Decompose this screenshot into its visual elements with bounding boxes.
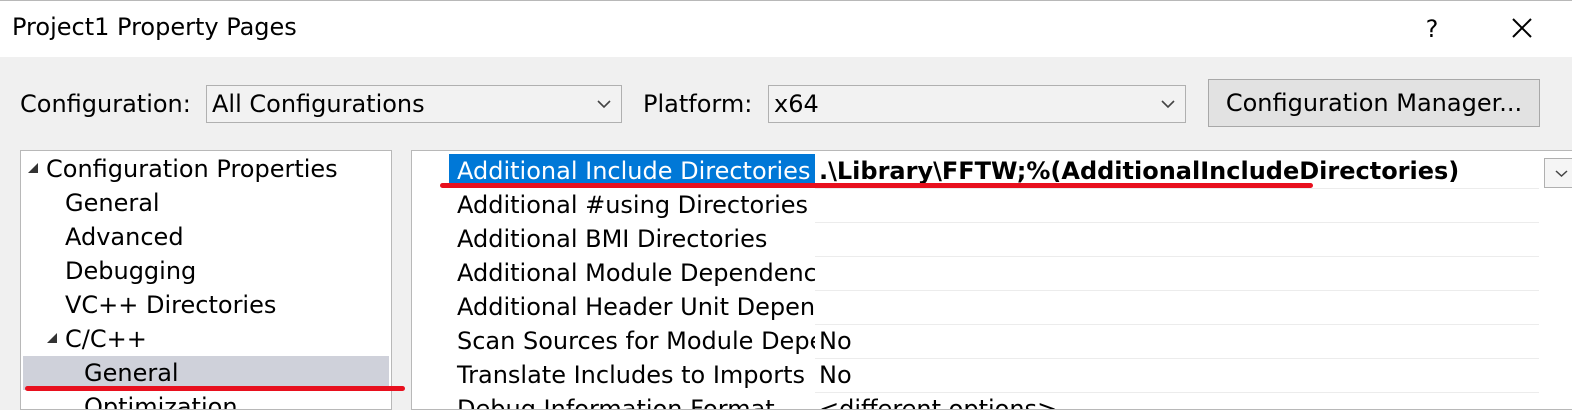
property-row[interactable]: Additional #using Directories bbox=[449, 188, 1539, 223]
property-name: Debug Information Format bbox=[449, 392, 815, 409]
configuration-value: All Configurations bbox=[212, 90, 425, 118]
annotation-underline bbox=[440, 183, 1313, 188]
help-button[interactable]: ? bbox=[1412, 9, 1452, 49]
configuration-select[interactable]: All Configurations bbox=[206, 85, 622, 123]
tree-item-cpp-general[interactable]: General bbox=[23, 356, 389, 390]
tree-item-label: General bbox=[84, 359, 179, 387]
chevron-down-icon bbox=[597, 100, 611, 109]
close-icon bbox=[1512, 18, 1532, 38]
property-grid: Additional Include Directories .\Library… bbox=[411, 150, 1572, 410]
tree-item-advanced[interactable]: Advanced bbox=[65, 220, 184, 254]
tree-item-optimization[interactable]: Optimization bbox=[84, 390, 238, 409]
property-row[interactable]: Translate Includes to Imports No bbox=[449, 358, 1539, 393]
property-value[interactable] bbox=[815, 188, 1539, 222]
collapse-triangle-icon[interactable] bbox=[47, 333, 57, 343]
property-value[interactable]: No bbox=[815, 358, 1539, 392]
property-value[interactable]: No bbox=[815, 324, 1539, 358]
property-row[interactable]: Additional BMI Directories bbox=[449, 222, 1539, 257]
tree-item-general[interactable]: General bbox=[65, 186, 160, 220]
property-row[interactable]: Scan Sources for Module Dependencies No bbox=[449, 324, 1539, 359]
property-name: Additional BMI Directories bbox=[449, 222, 815, 256]
property-name: Additional Header Unit Dependencies bbox=[449, 290, 815, 324]
platform-label: Platform: bbox=[643, 90, 753, 118]
chevron-down-icon bbox=[1555, 170, 1568, 178]
property-name: Additional Module Dependencies bbox=[449, 256, 815, 290]
platform-value: x64 bbox=[774, 90, 819, 118]
property-tree: Configuration Properties General Advance… bbox=[20, 150, 392, 410]
property-value[interactable] bbox=[815, 222, 1539, 256]
collapse-triangle-icon[interactable] bbox=[28, 163, 38, 173]
tree-item-vc-directories[interactable]: VC++ Directories bbox=[65, 288, 276, 322]
window-title: Project1 Property Pages bbox=[12, 13, 297, 41]
configuration-label: Configuration: bbox=[20, 90, 191, 118]
property-name: Scan Sources for Module Dependencies bbox=[449, 324, 815, 358]
property-row[interactable]: Additional Module Dependencies bbox=[449, 256, 1539, 291]
property-value[interactable] bbox=[815, 256, 1539, 290]
configuration-manager-button[interactable]: Configuration Manager... bbox=[1208, 79, 1540, 127]
platform-select[interactable]: x64 bbox=[768, 85, 1186, 123]
property-name: Additional #using Directories bbox=[449, 188, 815, 222]
title-bar: Project1 Property Pages ? bbox=[0, 0, 1572, 57]
property-value[interactable]: <different options> bbox=[815, 392, 1539, 409]
tree-item-debugging[interactable]: Debugging bbox=[65, 254, 196, 288]
property-row[interactable]: Debug Information Format <different opti… bbox=[449, 392, 1539, 409]
close-button[interactable] bbox=[1500, 9, 1544, 49]
property-row[interactable]: Additional Header Unit Dependencies bbox=[449, 290, 1539, 325]
tree-item-cpp[interactable]: C/C++ bbox=[65, 322, 147, 356]
property-value[interactable] bbox=[815, 290, 1539, 324]
property-name: Translate Includes to Imports bbox=[449, 358, 815, 392]
annotation-underline bbox=[25, 386, 405, 391]
chevron-down-icon bbox=[1161, 100, 1175, 109]
tree-item-configuration-properties[interactable]: Configuration Properties bbox=[46, 152, 338, 186]
property-dropdown-button[interactable] bbox=[1544, 158, 1572, 188]
